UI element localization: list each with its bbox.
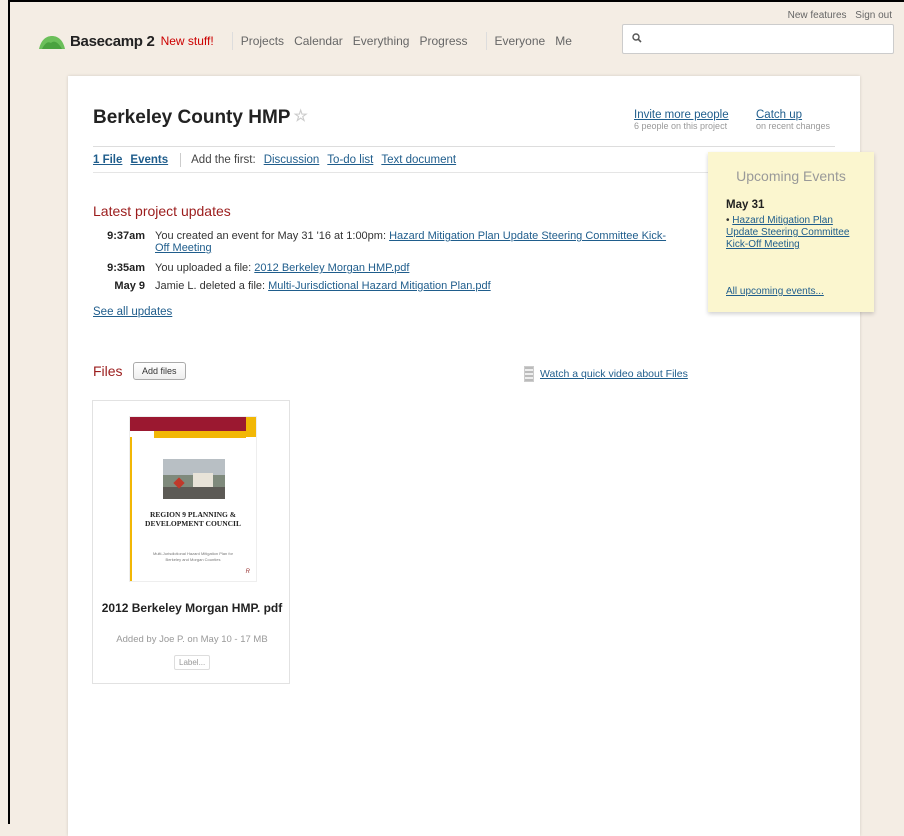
thumb-marker [173,477,185,489]
update-prefix: You created an event for May 31 '16 at 1… [155,230,390,242]
event-link[interactable]: Hazard Mitigation Plan Update Steering C… [726,215,849,250]
see-all-updates-link[interactable]: See all updates [93,306,172,318]
nav-divider [485,32,487,50]
update-time: May 9 [114,280,145,292]
add-files-button[interactable]: Add files [133,362,186,380]
account-links: New features Sign out [782,10,892,21]
app-name: Basecamp 2 [70,32,155,50]
catch-up-subtext: on recent changes [756,121,831,131]
nav-me[interactable]: Me [555,34,572,48]
top-nav: Basecamp 2 New stuff! Projects Calendar … [38,24,582,58]
film-icon [524,366,534,382]
basecamp-mountain-icon [39,36,65,49]
window-border-left [8,0,10,824]
updates-heading: Latest project updates [93,203,231,219]
update-link[interactable]: Multi-Jurisdictional Hazard Mitigation P… [268,280,491,292]
nav-everything[interactable]: Everything [353,34,410,48]
tab-divider [180,153,182,167]
thumb-house [193,473,213,487]
nav-progress[interactable]: Progress [419,34,467,48]
nav-projects[interactable]: Projects [241,34,284,48]
thumb-title: REGION 9 PLANNING & DEVELOPMENT COUNCIL [145,510,241,528]
page-title: Berkeley County HMP ☆ [93,106,308,129]
upcoming-events-card: Upcoming Events May 31 • Hazard Mitigati… [708,152,874,312]
star-icon[interactable]: ☆ [293,106,307,126]
video-link-text: Watch a quick video about Files [540,368,688,380]
thumb-header-band [130,417,246,431]
add-text-document-link[interactable]: Text document [381,154,456,166]
event-item: • Hazard Mitigation Plan Update Steering… [726,215,866,251]
add-first-label: Add the first: [191,154,256,166]
thumb-logo-mark: R [245,569,250,575]
tab-events[interactable]: Events [130,154,168,166]
files-heading: Files [93,363,123,379]
new-stuff-link[interactable]: New stuff! [161,34,214,48]
project-tabs: 1 File Events Add the first: Discussion … [93,153,464,167]
add-todo-link[interactable]: To-do list [327,154,373,166]
all-upcoming-events-link[interactable]: All upcoming events... [726,286,824,297]
tab-files[interactable]: 1 File [93,154,122,166]
thumb-photo [163,459,225,499]
invite-people-link[interactable]: Invite more people [634,109,729,121]
logo[interactable]: Basecamp 2 [38,32,155,50]
nav-everyone[interactable]: Everyone [495,34,546,48]
label-button[interactable]: Label... [174,655,211,670]
divider [93,146,835,147]
event-date: May 31 [726,199,765,211]
nav-divider [231,32,233,50]
search-box[interactable] [622,24,894,54]
invite-block: Invite more people 6 people on this proj… [634,109,729,131]
events-heading: Upcoming Events [736,168,846,184]
update-text: You created an event for May 31 '16 at 1… [155,230,675,254]
window-border-top [8,0,904,2]
sign-out-link[interactable]: Sign out [855,10,892,21]
thumb-corner [246,417,256,437]
update-prefix: Jamie L. deleted a file: [155,280,269,292]
file-meta: Added by Joe P. on May 10 - 17 MB [116,634,268,645]
catch-up-link[interactable]: Catch up [756,109,830,121]
thumb-accent-band [154,431,246,438]
thumb-margin-line [130,437,132,581]
catchup-block: Catch up on recent changes [756,109,830,131]
thumb-subtitle: Multi-Jurisdictional Hazard Mitigation P… [152,551,234,562]
update-prefix: You uploaded a file: [155,262,255,274]
new-features-link[interactable]: New features [788,10,847,21]
update-row: 9:35am You uploaded a file: 2012 Berkele… [93,262,693,276]
search-input[interactable] [649,32,889,48]
people-count-text: 6 people on this project [634,121,728,131]
file-card[interactable]: REGION 9 PLANNING & DEVELOPMENT COUNCIL … [92,400,290,684]
pdf-thumbnail[interactable]: REGION 9 PLANNING & DEVELOPMENT COUNCIL … [130,417,256,581]
update-text: You uploaded a file: 2012 Berkeley Morga… [155,262,675,274]
add-discussion-link[interactable]: Discussion [264,154,320,166]
update-row: May 9 Jamie L. deleted a file: Multi-Jur… [93,280,693,294]
video-link[interactable]: Watch a quick video about Files [524,366,688,382]
update-time: 9:35am [107,262,145,274]
project-title: Berkeley County HMP [93,107,291,128]
file-name[interactable]: 2012 Berkeley Morgan HMP. pdf [93,601,291,615]
nav-calendar[interactable]: Calendar [294,34,343,48]
update-text: Jamie L. deleted a file: Multi-Jurisdict… [155,280,675,292]
search-icon [632,33,642,43]
update-time: 9:37am [107,230,145,242]
update-link[interactable]: 2012 Berkeley Morgan HMP.pdf [254,262,409,274]
update-row: 9:37am You created an event for May 31 '… [93,230,693,256]
